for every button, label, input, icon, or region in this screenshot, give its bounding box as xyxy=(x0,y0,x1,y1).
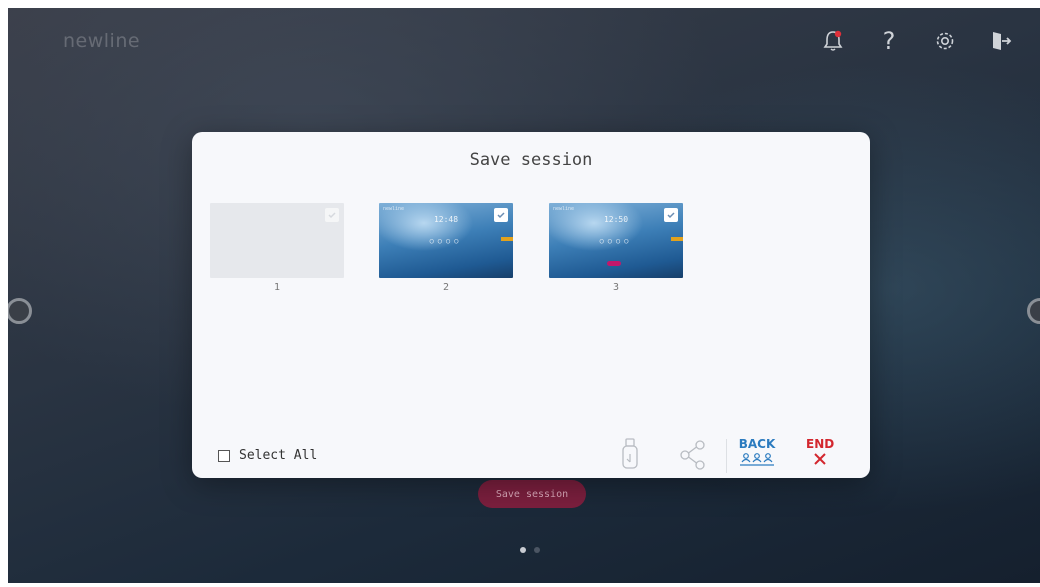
thumbnail-image xyxy=(210,203,344,278)
mini-arrow xyxy=(671,237,683,241)
page-thumbnail-1[interactable] xyxy=(210,203,344,278)
thumbnail-checkbox[interactable] xyxy=(494,208,508,222)
thumbnail-number: 2 xyxy=(442,282,450,293)
select-all-checkbox[interactable]: Select All xyxy=(218,448,317,463)
newline-logo: newline xyxy=(63,30,141,52)
select-all-label: Select All xyxy=(239,448,318,463)
back-label: BACK xyxy=(738,437,776,451)
close-icon xyxy=(812,452,828,471)
mini-save-pill xyxy=(607,261,621,266)
mini-status: newline xyxy=(553,206,575,212)
mini-icons: ○○○○ xyxy=(599,237,633,245)
thumbnail-number: 3 xyxy=(612,282,620,293)
share-icon xyxy=(680,440,706,475)
thumbnail-image: newline 12:50 ○○○○ xyxy=(549,203,683,278)
people-icon xyxy=(737,452,777,471)
left-side-handle[interactable] xyxy=(8,298,32,324)
end-label: END xyxy=(806,437,835,451)
checkbox-icon[interactable] xyxy=(218,449,230,462)
page-thumbnail-3[interactable]: newline 12:50 ○○○○ xyxy=(549,203,683,278)
help-glyph: ? xyxy=(882,27,896,55)
exit-icon[interactable] xyxy=(986,26,1016,56)
right-side-handle[interactable] xyxy=(1027,298,1040,324)
action-divider xyxy=(726,439,727,473)
thumbnail-checkbox[interactable] xyxy=(664,208,678,222)
thumbnail-time: 12:48 xyxy=(433,215,459,224)
mini-arrow xyxy=(501,237,513,241)
help-icon[interactable]: ? xyxy=(874,26,904,56)
back-button[interactable]: BACK xyxy=(737,437,777,471)
page-thumbnail-2[interactable]: newline 12:48 ○○○○ xyxy=(379,203,513,278)
page-dot[interactable] xyxy=(534,547,540,553)
thumbnail-image: newline 12:48 ○○○○ xyxy=(379,203,513,278)
dialog-title: Save session xyxy=(469,150,593,170)
bell-icon[interactable] xyxy=(818,26,848,56)
settings-icon[interactable] xyxy=(930,26,960,56)
whiteboard-screen: newline ? Save session Save session 1 ne… xyxy=(8,8,1040,583)
top-toolbar: ? xyxy=(818,26,1016,56)
page-dot-active[interactable] xyxy=(520,547,526,553)
save-session-dialog: Save session 1 newline 12:48 ○○○○ 2 newl… xyxy=(192,132,870,478)
end-session-button[interactable]: END xyxy=(806,437,834,471)
thumbnail-checkbox[interactable] xyxy=(325,208,339,222)
save-session-button-background[interactable]: Save session xyxy=(478,480,586,508)
share-button[interactable] xyxy=(680,437,706,475)
thumbnail-time: 12:50 xyxy=(603,215,629,224)
thumbnail-number: 1 xyxy=(273,282,281,293)
usb-icon xyxy=(620,438,640,475)
save-to-usb-button[interactable] xyxy=(620,437,640,475)
mini-status: newline xyxy=(383,206,405,212)
page-indicator xyxy=(520,547,540,553)
mini-icons: ○○○○ xyxy=(429,237,463,245)
